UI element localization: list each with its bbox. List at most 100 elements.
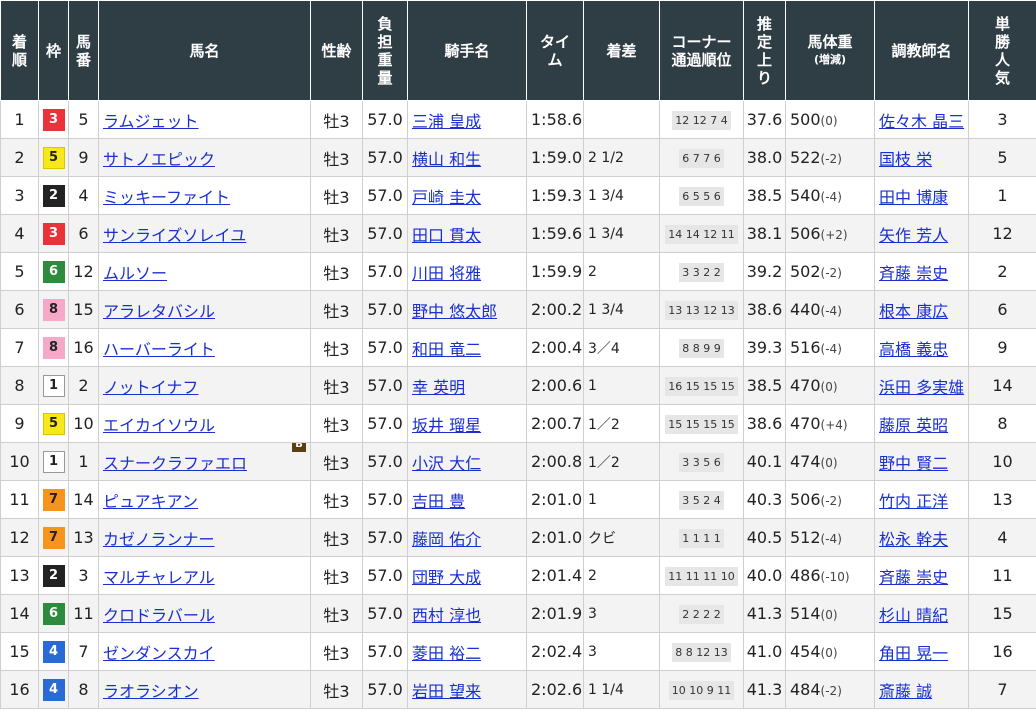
cell-umaban: 9 <box>68 138 99 177</box>
trainer-name-link[interactable]: 浜田 多実雄 <box>879 378 964 397</box>
trainer-name-link[interactable]: 根本 康広 <box>879 302 948 321</box>
waku-badge: 3 <box>42 109 65 131</box>
trainer-name-link[interactable]: 国枝 栄 <box>879 150 932 169</box>
jockey-name-link[interactable]: 和田 竜二 <box>412 340 481 359</box>
header-last3f[interactable]: 推定上り <box>743 0 786 101</box>
cell-horse: サトノエピック <box>98 138 311 177</box>
cell-sexage: 牡3 <box>310 556 363 595</box>
bodyweight-diff: (-4) <box>820 304 842 318</box>
trainer-name-link[interactable]: 藤原 英昭 <box>879 416 948 435</box>
header-time[interactable]: タイム <box>526 0 584 101</box>
cell-bodyweight: 512(-4) <box>785 518 875 557</box>
cell-margin: 2 <box>583 556 660 595</box>
jockey-name-link[interactable]: 横山 和生 <box>412 150 481 169</box>
header-umaban[interactable]: 馬番 <box>68 0 99 101</box>
jockey-name-link[interactable]: 田口 貫太 <box>412 226 481 245</box>
horse-name-link[interactable]: サンライズソレイユ <box>103 226 246 245</box>
horse-name-link[interactable]: スナークラファエロ <box>103 454 247 473</box>
cell-horse: エイカイソウル <box>98 404 311 443</box>
trainer-name-link[interactable]: 佐々木 晶三 <box>879 112 964 131</box>
waku-badge: 4 <box>42 641 65 663</box>
horse-name-link[interactable]: ラオラシオン <box>103 682 199 701</box>
cell-umaban: 5 <box>68 100 99 139</box>
cell-margin: 1 1/4 <box>583 670 660 709</box>
cell-popularity: 11 <box>968 556 1036 595</box>
horse-name-link[interactable]: ノットイナフ <box>103 378 198 397</box>
trainer-name-link[interactable]: 野中 賢二 <box>879 454 948 473</box>
cell-last3f: 40.0 <box>743 556 786 595</box>
header-sexage[interactable]: 性齢 <box>310 0 363 101</box>
trainer-name-link[interactable]: 田中 博康 <box>879 188 948 207</box>
cell-rank: 3 <box>0 176 39 215</box>
horse-name-link[interactable]: マルチャレアル <box>103 568 215 587</box>
bodyweight-diff: (0) <box>820 380 838 394</box>
header-jockey[interactable]: 騎手名 <box>407 0 527 101</box>
trainer-name-link[interactable]: 角田 晃一 <box>879 644 948 663</box>
header-bodyweight[interactable]: 馬体重 (増減) <box>785 0 875 101</box>
jockey-name-link[interactable]: 西村 淳也 <box>412 606 481 625</box>
trainer-name-link[interactable]: 斉藤 崇史 <box>879 264 948 283</box>
jockey-name-link[interactable]: 小沢 大仁 <box>412 454 481 473</box>
horse-name-link[interactable]: サトノエピック <box>103 150 215 169</box>
cell-rank: 10 <box>0 442 39 481</box>
horse-name-link[interactable]: ゼンダンスカイ <box>103 644 215 663</box>
trainer-name-link[interactable]: 斎藤 誠 <box>879 682 932 701</box>
jockey-name-link[interactable]: 岩田 望来 <box>412 682 481 701</box>
jockey-name-link[interactable]: 藤岡 佑介 <box>412 530 481 549</box>
horse-name-link[interactable]: ラムジェット <box>103 112 199 131</box>
jockey-name-link[interactable]: 吉田 豊 <box>412 492 465 511</box>
cell-weight: 57.0 <box>362 328 408 367</box>
jockey-name-link[interactable]: 野中 悠太郎 <box>412 302 497 321</box>
header-weight[interactable]: 負担重量 <box>362 0 408 101</box>
cell-last3f: 38.6 <box>743 290 786 329</box>
cell-weight: 57.0 <box>362 290 408 329</box>
trainer-name-link[interactable]: 杉山 晴紀 <box>879 606 948 625</box>
trainer-name-link[interactable]: 矢作 芳人 <box>879 226 948 245</box>
trainer-name-link[interactable]: 斉藤 崇史 <box>879 568 948 587</box>
bodyweight-value: 514 <box>790 604 821 623</box>
trainer-name-link[interactable]: 高橋 義忠 <box>879 340 948 359</box>
bodyweight-diff: (+4) <box>820 418 848 432</box>
cell-waku: 4 <box>38 632 69 671</box>
cell-horse: サンライズソレイユ <box>98 214 311 253</box>
jockey-name-link[interactable]: 戸崎 圭太 <box>412 188 481 207</box>
cell-last3f: 41.0 <box>743 632 786 671</box>
header-popularity[interactable]: 単勝人気 <box>968 0 1036 101</box>
header-horse[interactable]: 馬名 <box>98 0 311 101</box>
header-corner[interactable]: コーナー 通過順位 <box>659 0 744 101</box>
header-rank[interactable]: 着順 <box>0 0 39 101</box>
cell-rank: 12 <box>0 518 39 557</box>
header-waku[interactable]: 枠 <box>38 0 69 101</box>
horse-name-link[interactable]: クロドラバール <box>103 606 215 625</box>
bodyweight-value: 500 <box>790 110 821 129</box>
cell-waku: 3 <box>38 100 69 139</box>
cell-popularity: 6 <box>968 290 1036 329</box>
horse-name-link[interactable]: ピュアキアン <box>103 492 198 511</box>
cell-corner: 3 3 5 6 <box>659 442 744 481</box>
cell-time: 1:59.3 <box>526 176 584 215</box>
cell-corner: 6 7 7 6 <box>659 138 744 177</box>
trainer-name-link[interactable]: 竹内 正洋 <box>879 492 948 511</box>
horse-name-link[interactable]: ミッキーファイト <box>103 188 230 207</box>
jockey-name-link[interactable]: 坂井 瑠星 <box>412 416 481 435</box>
horse-name-link[interactable]: エイカイソウル <box>103 416 215 435</box>
jockey-name-link[interactable]: 団野 大成 <box>412 568 481 587</box>
bodyweight-value: 440 <box>790 300 821 319</box>
horse-name-link[interactable]: ムルソー <box>103 264 167 283</box>
horse-name-link[interactable]: カゼノランナー <box>103 530 215 549</box>
trainer-name-link[interactable]: 松永 幹夫 <box>879 530 948 549</box>
jockey-name-link[interactable]: 幸 英明 <box>412 378 465 397</box>
horse-name-link[interactable]: ハーバーライト <box>103 340 215 359</box>
jockey-name-link[interactable]: 川田 将雅 <box>412 264 481 283</box>
waku-badge: 8 <box>42 337 65 359</box>
header-margin[interactable]: 着差 <box>583 0 660 101</box>
cell-umaban: 8 <box>68 670 99 709</box>
jockey-name-link[interactable]: 菱田 裕二 <box>412 644 481 663</box>
jockey-name-link[interactable]: 三浦 皇成 <box>412 112 481 131</box>
cell-horse: カゼノランナー <box>98 518 311 557</box>
cell-trainer: 杉山 晴紀 <box>874 594 969 633</box>
cell-sexage: 牡3 <box>310 594 363 633</box>
horse-name-link[interactable]: アラレタバシル <box>103 302 215 321</box>
header-trainer[interactable]: 調教師名 <box>874 0 969 101</box>
cell-weight: 57.0 <box>362 138 408 177</box>
